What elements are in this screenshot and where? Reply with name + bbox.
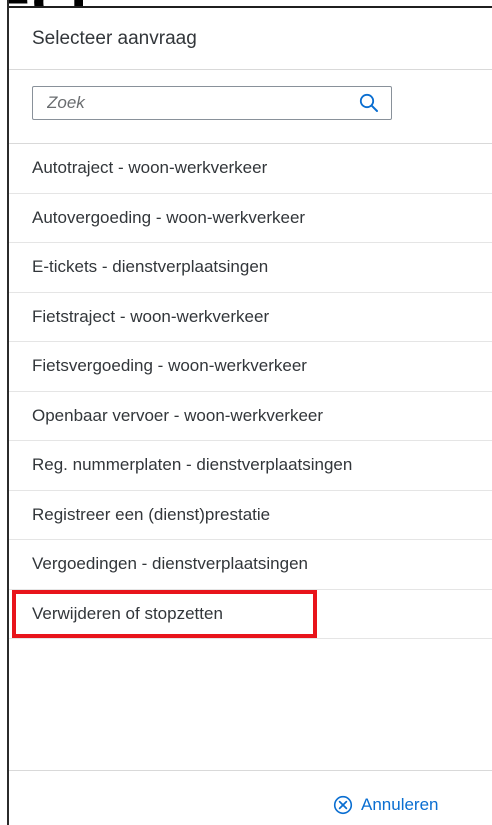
list-item-label: Reg. nummerplaten - dienstverplaatsingen — [32, 455, 353, 475]
list-item-label: Autovergoeding - woon-werkverkeer — [32, 207, 306, 227]
list-item-reg-nummerplaten[interactable]: Reg. nummerplaten - dienstverplaatsingen — [9, 441, 492, 491]
list-item-verwijderen-stopzetten[interactable]: Verwijderen of stopzetten — [9, 589, 492, 639]
search-toolbar — [9, 70, 492, 144]
search-button[interactable] — [347, 87, 391, 119]
cancel-button[interactable]: Annuleren — [333, 789, 439, 821]
list-item-label: E-tickets - dienstverplaatsingen — [32, 257, 269, 277]
background-page-strip — [0, 0, 9, 825]
select-request-dialog: Selecteer aanvraag Autotraject - woon-we… — [9, 6, 492, 825]
list-item-autovergoeding[interactable]: Autovergoeding - woon-werkverkeer — [9, 194, 492, 243]
list-item-label: Autotraject - woon-werkverkeer — [32, 158, 268, 178]
list-item-label: Registreer een (dienst)prestatie — [32, 504, 271, 524]
dialog-footer: Annuleren — [9, 770, 492, 825]
list-item-vergoedingen[interactable]: Vergoedingen - dienstverplaatsingen — [9, 540, 492, 590]
list-item-fietsvergoeding[interactable]: Fietsvergoeding - woon-werkverkeer — [9, 342, 492, 392]
list-item-registreer-prestatie[interactable]: Registreer een (dienst)prestatie — [9, 491, 492, 540]
list-item-label: Fietsvergoeding - woon-werkverkeer — [32, 356, 307, 376]
cancel-button-label: Annuleren — [361, 795, 439, 814]
list-item-label: Openbaar vervoer - woon-werkverkeer — [32, 405, 324, 425]
list-item-autotraject[interactable]: Autotraject - woon-werkverkeer — [9, 144, 492, 194]
search-input[interactable] — [33, 87, 347, 119]
list-item-fietstraject[interactable]: Fietstraject - woon-werkverkeer — [9, 293, 492, 342]
screen: ect Selecteer aanvraag Autotraject - woo… — [0, 0, 492, 825]
list-item-label: Verwijderen of stopzetten — [32, 603, 223, 623]
dialog-header: Selecteer aanvraag — [9, 8, 492, 70]
list-item-label: Vergoedingen - dienstverplaatsingen — [32, 554, 308, 574]
list-item-label: Fietstraject - woon-werkverkeer — [32, 306, 270, 326]
dialog-title: Selecteer aanvraag — [32, 27, 197, 49]
close-circle-icon — [333, 795, 353, 815]
search-icon — [359, 93, 378, 112]
request-list: Autotraject - woon-werkverkeer Autovergo… — [9, 144, 492, 639]
search-field[interactable] — [32, 86, 392, 120]
list-item-e-tickets[interactable]: E-tickets - dienstverplaatsingen — [9, 243, 492, 293]
list-item-openbaar-vervoer[interactable]: Openbaar vervoer - woon-werkverkeer — [9, 392, 492, 441]
